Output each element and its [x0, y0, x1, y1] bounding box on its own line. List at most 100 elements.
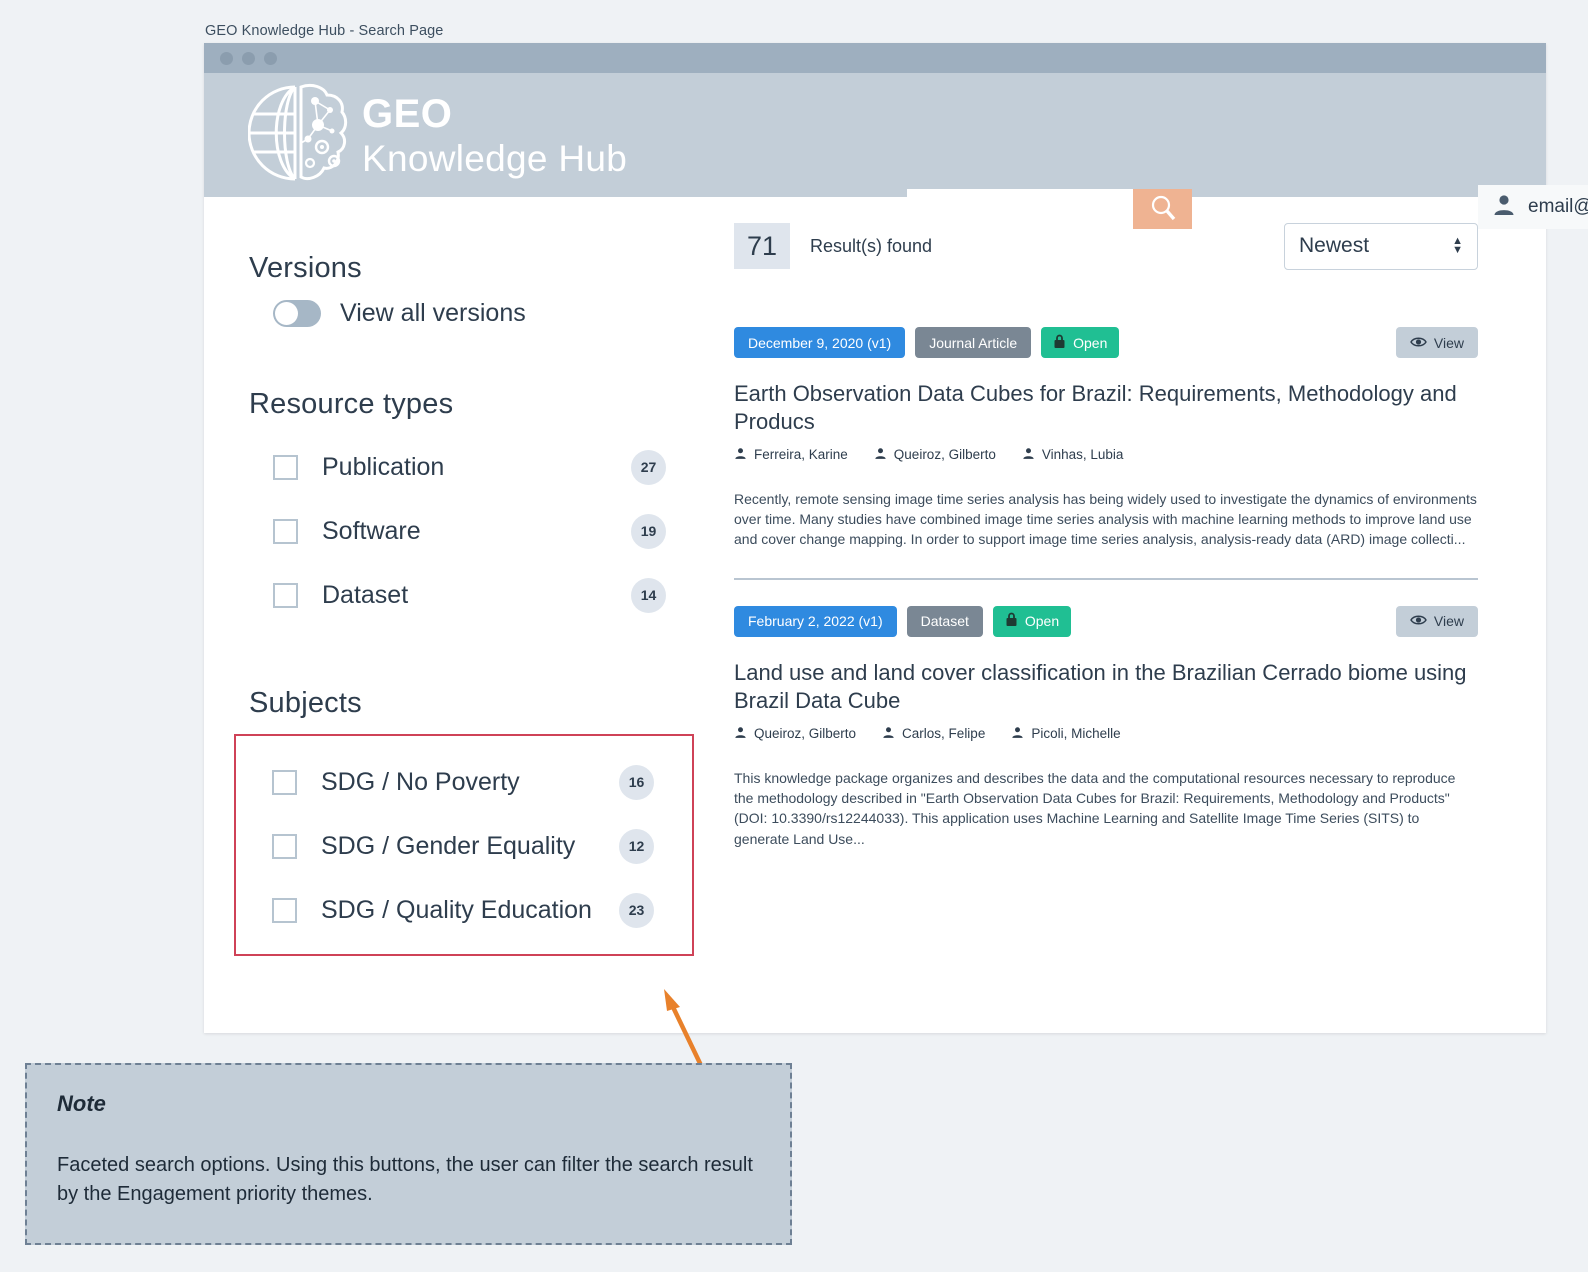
results-count-label: Result(s) found: [810, 235, 933, 256]
checkbox-dataset[interactable]: [273, 582, 298, 608]
window-dot-close[interactable]: [220, 51, 233, 65]
search-button[interactable]: [1133, 189, 1192, 229]
author-icon: [874, 447, 887, 463]
view-all-versions-label: View all versions: [340, 299, 526, 327]
brand[interactable]: GEO Knowledge Hub: [247, 81, 628, 190]
facet-count: 12: [619, 828, 654, 864]
facet-count: 23: [619, 892, 654, 928]
facet-count: 16: [619, 764, 654, 800]
sort-stepper-icon: ▲ ▼: [1452, 235, 1463, 256]
badge-access-label: Open: [1073, 334, 1108, 351]
facet-item-sdg-gender-equality[interactable]: SDG / Gender Equality 12: [236, 814, 692, 878]
facet-item-sdg-no-poverty[interactable]: SDG / No Poverty 16: [236, 750, 692, 814]
author-name: Ferreira, Karine: [754, 447, 848, 463]
checkbox-sdg-gender-equality[interactable]: [272, 833, 297, 859]
checkbox-sdg-no-poverty[interactable]: [272, 769, 297, 795]
globe-brain-logo-icon: [247, 81, 348, 190]
facet-item-sdg-quality-education[interactable]: SDG / Quality Education 23: [236, 878, 692, 942]
checkbox-sdg-quality-education[interactable]: [272, 897, 297, 923]
result-authors: Ferreira, Karine Queiroz, Gilberto Vinha…: [734, 447, 1478, 463]
badge-access[interactable]: Open: [1041, 327, 1120, 358]
result-item: December 9, 2020 (v1) Journal Article Op…: [734, 327, 1478, 550]
badge-date[interactable]: December 9, 2020 (v1): [734, 327, 906, 358]
window-title-bar: [204, 43, 1546, 73]
facet-label: SDG / Gender Equality: [321, 831, 576, 860]
facet-subjects: Subjects SDG / No Poverty 16 SDG / Gende…: [234, 687, 704, 956]
sort-select-value: Newest: [1299, 234, 1370, 257]
author-name: Picoli, Michelle: [1031, 726, 1121, 742]
results-header: 71 Result(s) found Newest ▲ ▼: [734, 222, 1478, 270]
author: Carlos, Felipe: [882, 726, 985, 742]
author-name: Vinhas, Lubia: [1041, 447, 1124, 463]
result-badges: February 2, 2022 (v1) Dataset Open View: [734, 605, 1478, 637]
checkbox-software[interactable]: [273, 518, 298, 544]
browser-window: GEO Knowledge Hub email Versions View al…: [204, 43, 1588, 1033]
badge-access-label: Open: [1024, 613, 1060, 630]
user-menu[interactable]: email@mail.org ▼: [1478, 185, 1588, 229]
author-icon: [882, 726, 895, 742]
lock-icon: [1053, 334, 1066, 352]
author-name: Carlos, Felipe: [902, 726, 986, 742]
facet-item-software[interactable]: Software 19: [249, 499, 704, 563]
facet-count: 27: [631, 449, 666, 485]
annotation-note-title: Note: [57, 1091, 106, 1116]
view-button[interactable]: View: [1395, 605, 1478, 637]
badge-resource-type[interactable]: Journal Article: [915, 327, 1032, 358]
badge-date[interactable]: February 2, 2022 (v1): [734, 605, 897, 637]
facet-item-dataset[interactable]: Dataset 14: [249, 563, 704, 627]
window-dot-maximize[interactable]: [264, 51, 277, 65]
view-button[interactable]: View: [1395, 327, 1478, 358]
result-authors: Queiroz, Gilberto Carlos, Felipe Picoli,…: [734, 726, 1478, 742]
badge-access[interactable]: Open: [992, 605, 1072, 637]
result-title[interactable]: Earth Observation Data Cubes for Brazil:…: [734, 380, 1478, 436]
facet-label: SDG / Quality Education: [321, 895, 592, 924]
facet-resource-types-title: Resource types: [249, 388, 454, 420]
search-bar: [907, 189, 1192, 229]
view-all-versions-row[interactable]: View all versions: [249, 299, 704, 328]
search-input[interactable]: [907, 189, 1133, 229]
facet-count: 14: [631, 577, 666, 613]
eye-icon: [1410, 613, 1427, 629]
author-name: Queiroz, Gilberto: [893, 447, 996, 463]
facet-item-publication[interactable]: Publication 27: [249, 435, 704, 499]
facet-label: Dataset: [322, 580, 409, 609]
author: Queiroz, Gilberto: [734, 726, 856, 742]
results-count: 71: [734, 223, 790, 269]
facet-resource-types: Resource types Publication 27 Software 1…: [249, 388, 704, 627]
window-caption: GEO Knowledge Hub - Search Page: [205, 23, 444, 39]
author-name: Queiroz, Gilberto: [754, 726, 857, 742]
result-title[interactable]: Land use and land cover classification i…: [734, 659, 1478, 715]
facet-versions-title: Versions: [249, 252, 362, 284]
brand-title: GEO: [362, 91, 453, 136]
facet-count: 19: [631, 513, 666, 549]
results-column: 71 Result(s) found Newest ▲ ▼ December 9,…: [704, 197, 1546, 1033]
result-separator: [734, 577, 1478, 580]
facet-label: SDG / No Poverty: [321, 767, 520, 796]
badge-resource-type[interactable]: Dataset: [906, 605, 983, 637]
checkbox-publication[interactable]: [273, 454, 298, 480]
user-email-label: email@mail.org: [1528, 196, 1588, 217]
resource-types-list: Publication 27 Software 19 Dataset 14: [249, 435, 704, 627]
sort-select[interactable]: Newest ▲ ▼: [1284, 222, 1478, 270]
window-dot-minimize[interactable]: [242, 51, 255, 65]
eye-icon: [1410, 335, 1427, 351]
lock-icon: [1005, 612, 1018, 630]
toggle-knob: [275, 302, 298, 325]
result-item: February 2, 2022 (v1) Dataset Open View …: [734, 605, 1478, 849]
author-icon: [1022, 447, 1035, 463]
result-badges: December 9, 2020 (v1) Journal Article Op…: [734, 327, 1478, 358]
facets-sidebar: Versions View all versions Resource type…: [204, 197, 704, 1033]
facet-subjects-title: Subjects: [249, 687, 362, 719]
facet-label: Publication: [322, 452, 445, 481]
author: Queiroz, Gilberto: [874, 447, 996, 463]
author: Ferreira, Karine: [734, 447, 848, 463]
app-header: GEO Knowledge Hub email: [204, 73, 1588, 229]
facet-label: Software: [322, 516, 421, 545]
annotation-note: Note Faceted search options. Using this …: [25, 1063, 792, 1245]
annotation-note-text: Faceted search options. Using this butto…: [57, 1154, 753, 1205]
view-all-versions-toggle[interactable]: [273, 300, 321, 327]
author: Picoli, Michelle: [1011, 726, 1121, 742]
brand-subtitle: Knowledge Hub: [362, 137, 628, 179]
view-button-label: View: [1433, 334, 1464, 351]
user-icon: [1492, 193, 1516, 222]
